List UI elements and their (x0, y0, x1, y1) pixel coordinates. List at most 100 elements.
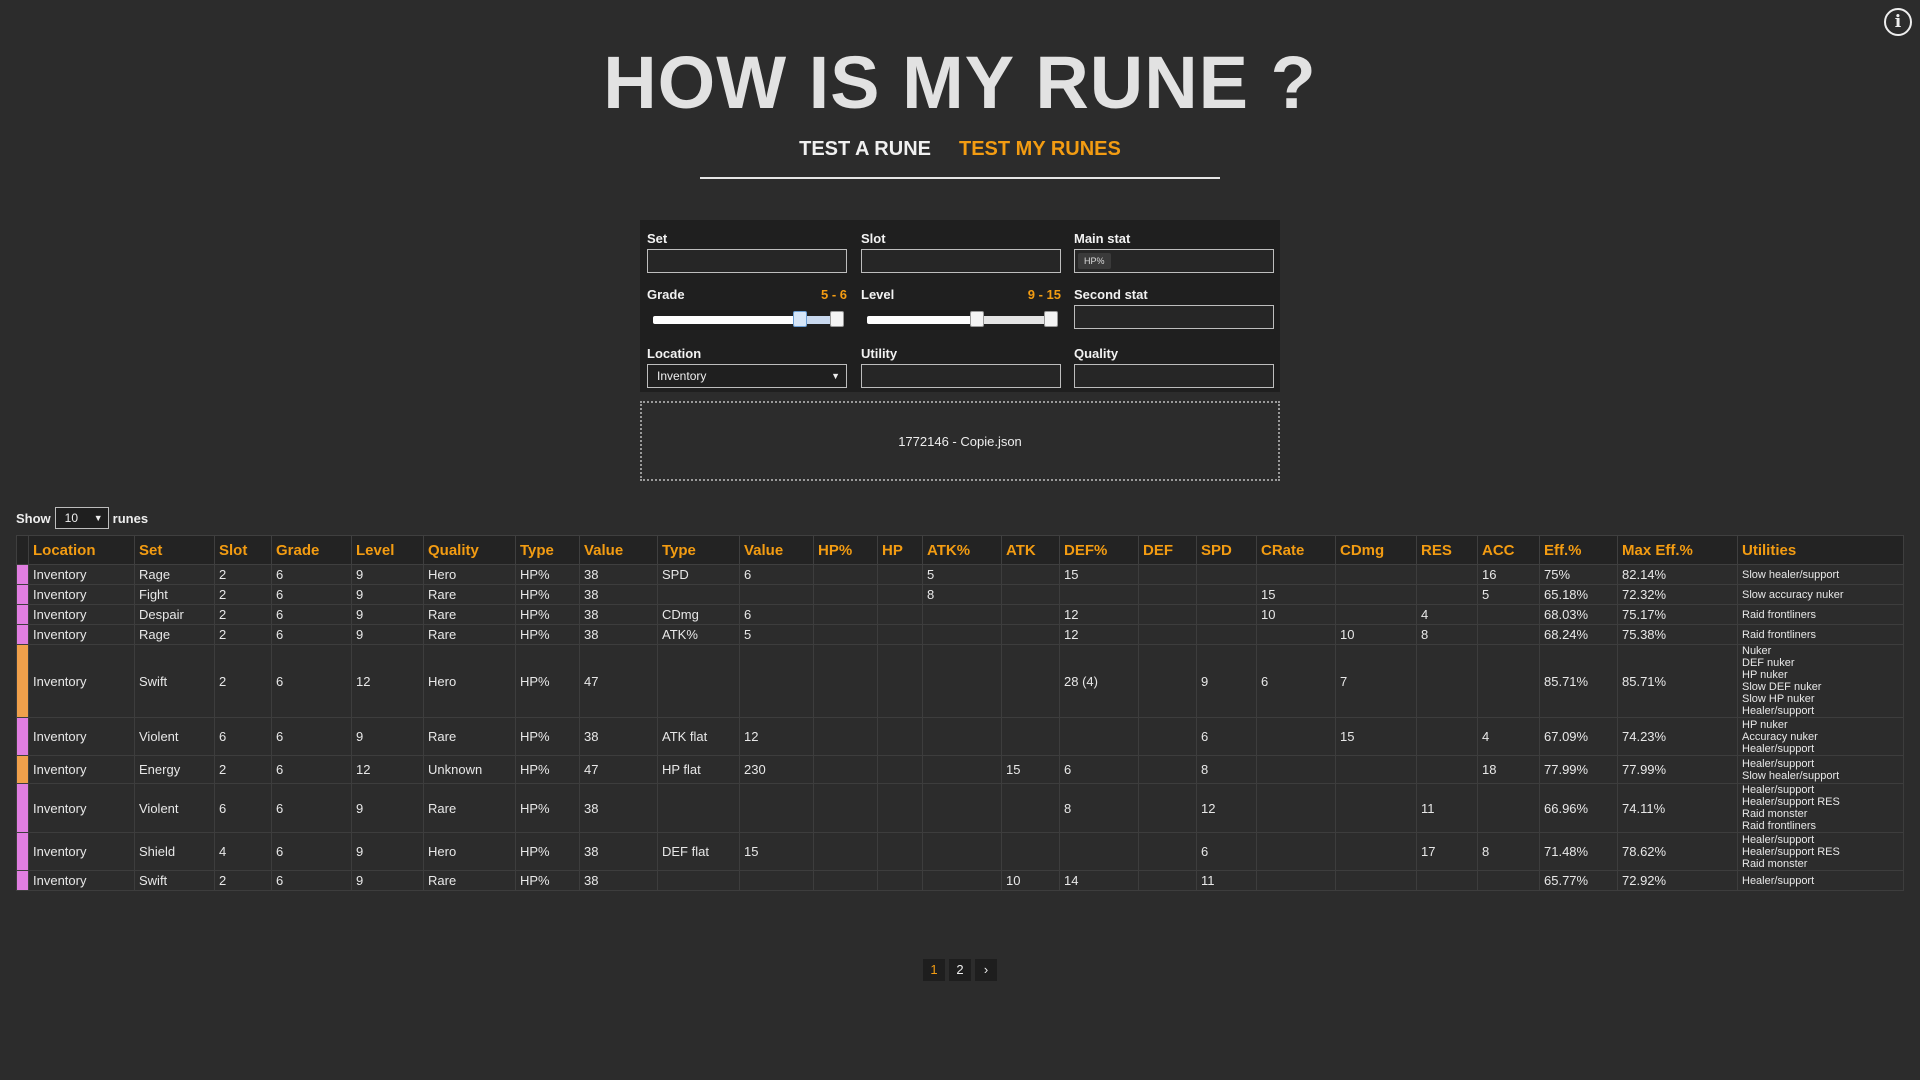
table-row[interactable]: Inventory Despair 2 6 9 Rare HP% 38 CDmg 6 12 10 4 68… (16, 604, 1904, 625)
page-2-button[interactable]: 2 (949, 959, 971, 981)
table-row[interactable]: Inventory Violent 6 6 9 Rare HP% 38 ATK flat 12 6 1… (16, 717, 1904, 756)
grade-label: Grade (647, 287, 685, 302)
table-row[interactable]: Inventory Fight 2 6 9 Rare HP% 38 8 15 5 65.18% 72.3… (16, 584, 1904, 605)
rune-color-marker (16, 832, 29, 871)
table-row[interactable]: Inventory Rage 2 6 9 Hero HP% 38 SPD 6 5 15 16 75% 82.… (16, 564, 1904, 585)
column-header[interactable]: CRate (1256, 535, 1336, 565)
grade-min-handle[interactable] (793, 311, 807, 327)
page-1-button[interactable]: 1 (923, 959, 945, 981)
page-size-select[interactable]: 10 ▼ (54, 507, 109, 529)
page-title: HOW IS MY RUNE ? (603, 41, 1317, 124)
table-cell (1416, 870, 1478, 891)
table-cell: ATK% (657, 624, 740, 645)
column-header[interactable]: Set (134, 535, 215, 565)
level-slider[interactable] (867, 310, 1058, 330)
main-stat-chip[interactable]: HP% (1078, 253, 1111, 269)
table-cell (877, 783, 923, 833)
column-header[interactable]: Max Eff.% (1617, 535, 1738, 565)
table-row[interactable]: Inventory Violent 6 6 9 Rare HP% 38 8 12 11 66.96% 7… (16, 783, 1904, 833)
table-cell: 82.14% (1617, 564, 1738, 585)
slot-filter: Slot (861, 231, 1061, 273)
table-cell: 9 (351, 604, 424, 625)
column-header[interactable]: Eff.% (1539, 535, 1618, 565)
utility-line: Nuker (1742, 645, 1772, 658)
table-cell (877, 624, 923, 645)
table-cell: 2 (214, 644, 272, 718)
tab-test-my-runes[interactable]: TEST MY RUNES (959, 138, 1121, 161)
quality-filter: Quality (1074, 346, 1274, 388)
column-header[interactable]: RES (1416, 535, 1478, 565)
next-page-button[interactable]: › (975, 959, 997, 981)
grade-max-handle[interactable] (830, 311, 844, 327)
column-header[interactable]: ACC (1477, 535, 1540, 565)
column-header[interactable]: ATK (1001, 535, 1060, 565)
column-header[interactable]: Type (657, 535, 740, 565)
table-cell (1196, 624, 1257, 645)
table-row[interactable]: Inventory Swift 2 6 9 Rare HP% 38 10 14 11 65.77% 72… (16, 870, 1904, 891)
table-row[interactable]: Inventory Energy 2 6 12 Unknown HP% 47 HP flat 23… (16, 755, 1904, 784)
table-cell: 17 (1416, 832, 1478, 871)
table-cell (877, 564, 923, 585)
column-header[interactable]: Slot (214, 535, 272, 565)
table-cell: 9 (351, 717, 424, 756)
rune-color-marker (16, 564, 29, 585)
column-header[interactable]: Type (515, 535, 580, 565)
utility-input[interactable] (861, 364, 1061, 388)
column-header[interactable]: Location (28, 535, 135, 565)
column-header[interactable]: DEF (1138, 535, 1197, 565)
table-cell: Inventory (28, 755, 135, 784)
table-cell: Hero (423, 832, 516, 871)
utility-line: Healer/support (1742, 705, 1815, 717)
column-header[interactable]: HP% (813, 535, 878, 565)
level-max-handle[interactable] (1044, 311, 1058, 327)
table-cell: 5 (739, 624, 814, 645)
table-row[interactable]: Inventory Rage 2 6 9 Rare HP% 38 ATK% 5 12 10 8 68.24… (16, 624, 1904, 645)
table-cell: Shield (134, 832, 215, 871)
tab-test-a-rune[interactable]: TEST A RUNE (799, 138, 931, 161)
table-cell (813, 644, 878, 718)
table-cell (739, 870, 814, 891)
table-cell: 6 (271, 717, 352, 756)
column-header[interactable]: CDmg (1335, 535, 1417, 565)
column-header[interactable]: Level (351, 535, 424, 565)
table-cell: 38 (579, 870, 658, 891)
column-header[interactable]: SPD (1196, 535, 1257, 565)
column-header[interactable]: Grade (271, 535, 352, 565)
table-cell: 10 (1001, 870, 1060, 891)
table-row[interactable]: Inventory Swift 2 6 12 Hero HP% 47 28 (4) 9 6 7 85.7… (16, 644, 1904, 718)
table-cell (813, 604, 878, 625)
column-header[interactable]: Value (739, 535, 814, 565)
table-cell: 6 (271, 604, 352, 625)
slot-input[interactable] (861, 249, 1061, 273)
utility-label: Utility (861, 346, 898, 361)
column-header[interactable]: Quality (423, 535, 516, 565)
info-icon[interactable]: i (1884, 8, 1912, 36)
column-header[interactable]: DEF% (1059, 535, 1139, 565)
table-cell: 6 (271, 783, 352, 833)
table-cell (739, 584, 814, 605)
rune-color-marker (16, 755, 29, 784)
table-row[interactable]: Inventory Shield 4 6 9 Hero HP% 38 DEF flat 15 6 17… (16, 832, 1904, 871)
table-cell: 6 (271, 755, 352, 784)
quality-input[interactable] (1074, 364, 1274, 388)
set-input[interactable] (647, 249, 847, 273)
table-cell: 14 (1059, 870, 1139, 891)
column-header[interactable]: Utilities (1737, 535, 1904, 565)
table-cell: 16 (1477, 564, 1540, 585)
level-min-handle[interactable] (970, 311, 984, 327)
table-cell (813, 755, 878, 784)
column-header[interactable]: HP (877, 535, 923, 565)
utility-line: Healer/support RES (1742, 796, 1840, 808)
grade-slider[interactable] (653, 310, 844, 330)
column-header[interactable]: ATK% (922, 535, 1002, 565)
second-stat-input[interactable] (1074, 305, 1274, 329)
table-cell: 66.96% (1539, 783, 1618, 833)
location-select[interactable]: Inventory ▼ (647, 364, 847, 388)
column-header[interactable]: Value (579, 535, 658, 565)
rune-color-marker (16, 604, 29, 625)
table-cell: 75% (1539, 564, 1618, 585)
table-cell: 15 (1001, 755, 1060, 784)
table-cell (1138, 832, 1197, 871)
main-stat-input[interactable]: HP% (1074, 249, 1274, 273)
file-dropzone[interactable]: 1772146 - Copie.json (640, 401, 1280, 481)
